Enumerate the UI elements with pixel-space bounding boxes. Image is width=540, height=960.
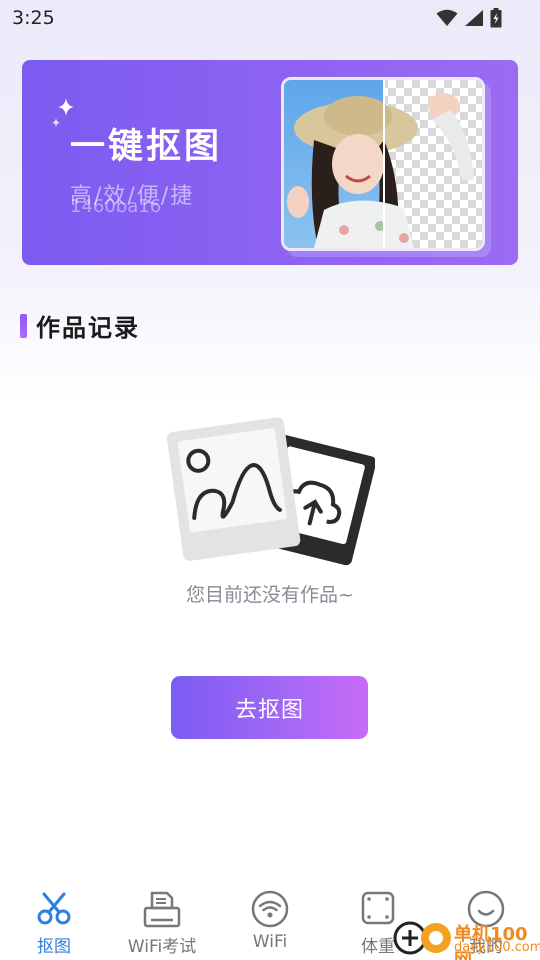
go-cutout-button[interactable]: 去抠图 (171, 676, 368, 739)
banner-title: 一键抠图 (70, 127, 223, 167)
tab-label: 抠图 (37, 937, 71, 957)
site-watermark: 单机100网 danji100.com (392, 912, 540, 960)
scale-icon (361, 891, 395, 925)
empty-gallery-illustration (165, 412, 377, 576)
watermark-en: danji100.com (454, 940, 540, 955)
wifi-icon (251, 890, 289, 928)
section-header: 作品记录 (20, 308, 140, 343)
banner-watermark: 1460ba16 (70, 196, 162, 217)
tab-cutout[interactable]: 抠图 (0, 880, 108, 960)
tab-label: WiFi (252, 932, 288, 952)
battery-charging-icon (490, 8, 502, 28)
signal-icon (465, 10, 483, 26)
tab-wifi-exam[interactable]: WiFi考试 (108, 880, 216, 960)
tab-label: WiFi考试 (127, 937, 197, 957)
printer-icon (143, 891, 181, 928)
before-after-image (281, 77, 485, 251)
scissors-icon (37, 892, 71, 925)
wifi-icon (436, 9, 458, 26)
empty-state-message: 您目前还没有作品~ (186, 584, 354, 606)
section-accent-bar (20, 313, 27, 338)
watermark-logo-icon (393, 921, 451, 955)
status-time: 3:25 (12, 7, 55, 29)
section-title: 作品记录 (36, 314, 140, 342)
tab-wifi[interactable]: WiFi (216, 880, 324, 960)
cutout-banner[interactable]: 一键抠图 高/效/便/捷 1460ba16 (22, 60, 518, 265)
status-bar: 3:25 (0, 0, 540, 36)
status-icons (436, 8, 502, 28)
